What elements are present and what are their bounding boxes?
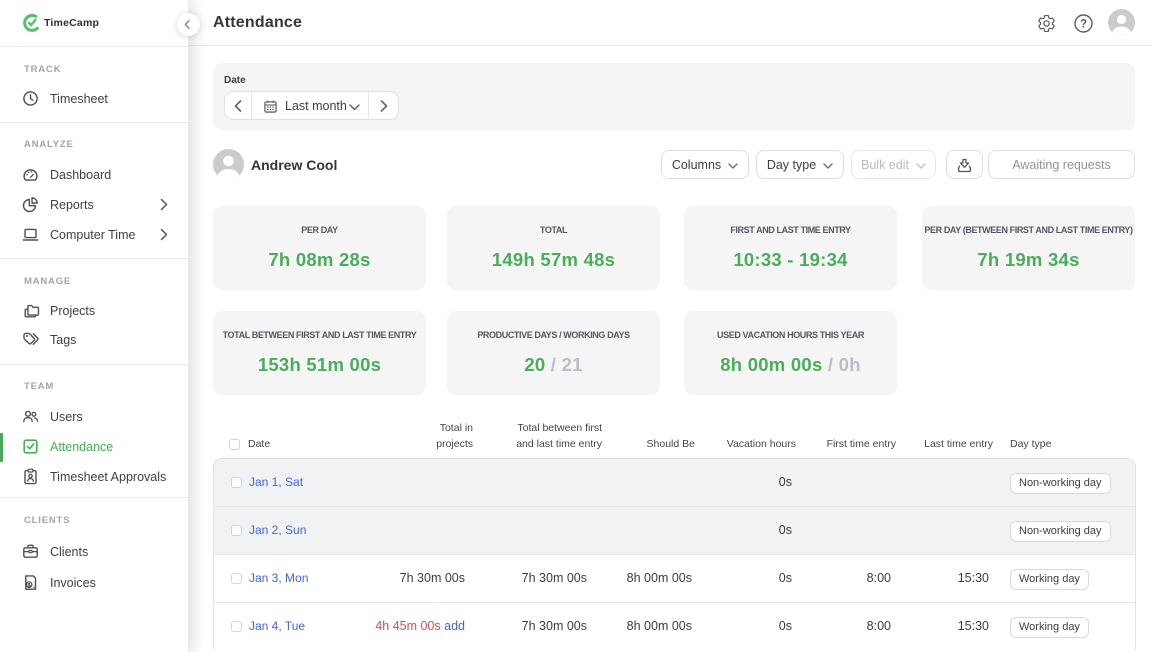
svg-text:?: ? — [1080, 19, 1087, 31]
